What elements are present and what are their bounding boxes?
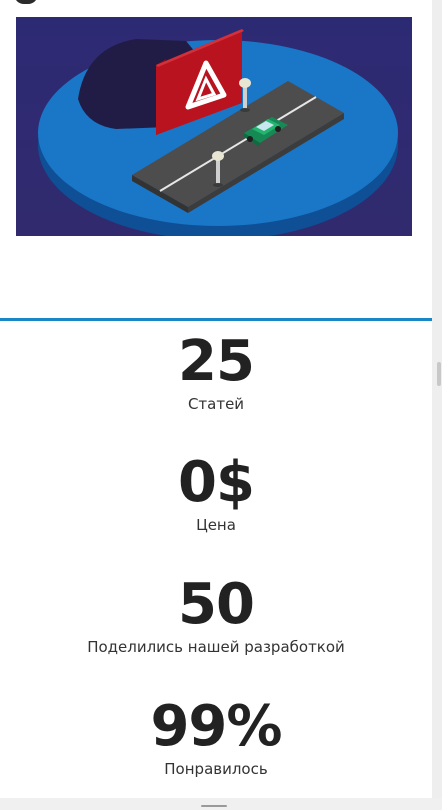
partial-heading-glyph [14, 0, 38, 4]
vertical-scrollbar[interactable] [432, 0, 442, 798]
stat-shares: 50 Поделились нашей разработкой [0, 575, 432, 657]
stat-value: 50 [178, 572, 255, 637]
stat-value: 25 [178, 329, 255, 394]
page-content: 25 Статей 0$ Цена 50 Поделились нашей ра… [0, 0, 432, 798]
stat-articles: 25 Статей [0, 332, 432, 414]
stat-price: 0$ Цена [0, 453, 432, 535]
stat-likes: 99% Понравилось [0, 697, 432, 779]
stat-label: Статей [187, 395, 245, 413]
hero-image [16, 17, 412, 236]
stat-label: Понравилось [164, 760, 268, 778]
drag-handle[interactable] [201, 805, 227, 807]
stat-label: Поделились нашей разработкой [87, 638, 345, 656]
bottom-bar [0, 798, 442, 810]
hazard-road-illustration [16, 17, 412, 236]
stat-value: 0$ [178, 450, 255, 515]
section-divider [0, 318, 432, 321]
stat-label: Цена [196, 516, 236, 534]
stat-value: 99% [150, 694, 282, 759]
scrollbar-thumb[interactable] [437, 362, 441, 386]
